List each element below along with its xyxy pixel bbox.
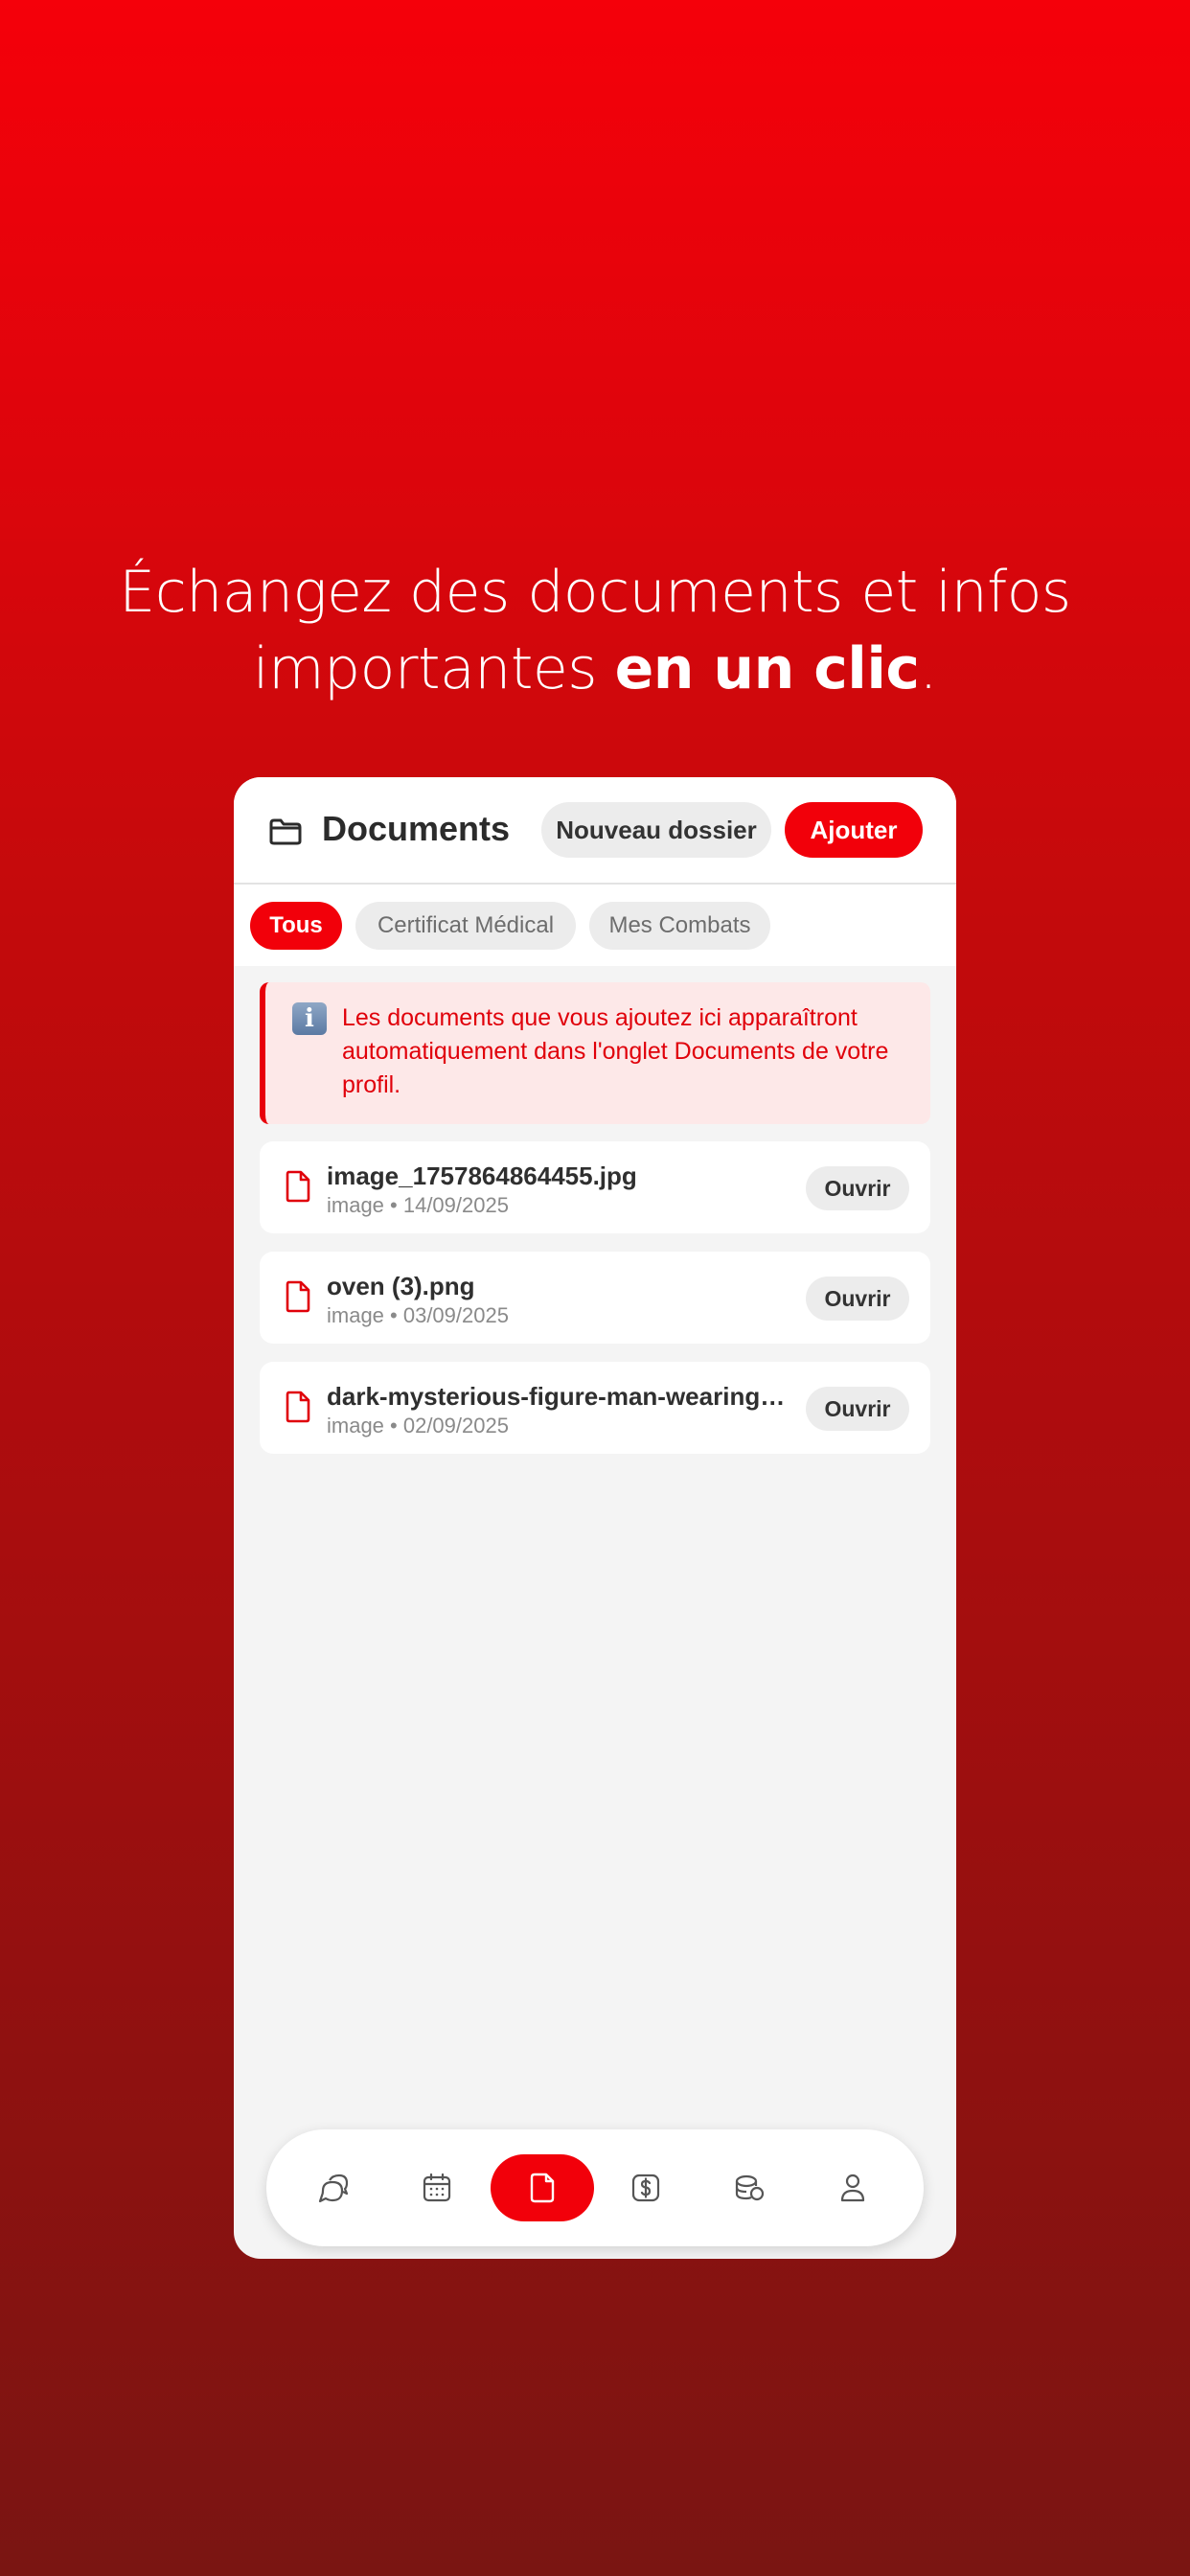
open-file-button[interactable]: Ouvrir	[806, 1276, 909, 1321]
dollar-icon	[631, 2174, 660, 2202]
file-row[interactable]: dark-mysterious-figure-man-wearing-... i…	[260, 1362, 930, 1454]
coins-icon	[735, 2174, 765, 2201]
filter-chip-tous[interactable]: Tous	[250, 902, 342, 950]
info-banner: i Les documents que vous ajoutez ici app…	[260, 982, 930, 1124]
open-file-button[interactable]: Ouvrir	[806, 1166, 909, 1210]
tab-documents[interactable]	[491, 2154, 594, 2221]
folder-icon	[269, 818, 302, 845]
filter-chip-certificat-medical[interactable]: Certificat Médical	[355, 902, 576, 950]
tab-payments[interactable]	[594, 2154, 698, 2221]
user-icon	[840, 2174, 865, 2202]
tab-calendar[interactable]	[385, 2154, 489, 2221]
file-row[interactable]: oven (3).png image • 03/09/2025 Ouvrir	[260, 1252, 930, 1344]
headline-emphasis: en un clic	[614, 635, 920, 702]
headline-line-1: Échangez des documents et infos	[119, 559, 1071, 626]
new-folder-button[interactable]: Nouveau dossier	[541, 802, 771, 858]
filter-chip-mes-combats[interactable]: Mes Combats	[589, 902, 770, 950]
tab-chat[interactable]	[282, 2154, 385, 2221]
info-icon: i	[292, 1002, 327, 1035]
file-meta: image • 02/09/2025	[327, 1414, 509, 1438]
headline-line-2-prefix: importantes	[252, 635, 615, 702]
open-file-button[interactable]: Ouvrir	[806, 1387, 909, 1431]
add-document-button[interactable]: Ajouter	[785, 802, 923, 858]
headline-line-2: importantes en un clic.	[0, 631, 1190, 707]
chat-icon	[318, 2174, 349, 2203]
file-icon	[286, 1391, 310, 1423]
calendar-icon	[423, 2173, 451, 2202]
file-icon	[286, 1170, 310, 1203]
document-icon	[530, 2173, 555, 2203]
app-screen: Documents Nouveau dossier Ajouter Tous C…	[234, 777, 956, 2259]
headline: Échangez des documents et infos importan…	[0, 554, 1190, 707]
headline-line-2-suffix: .	[919, 635, 938, 702]
tab-coins[interactable]	[698, 2154, 801, 2221]
file-row[interactable]: image_1757864864455.jpg image • 14/09/20…	[260, 1141, 930, 1233]
page-title: Documents	[322, 809, 511, 848]
file-icon	[286, 1280, 310, 1313]
file-name: dark-mysterious-figure-man-wearing-...	[327, 1382, 787, 1411]
tab-profile[interactable]	[801, 2154, 904, 2221]
file-name: oven (3).png	[327, 1272, 475, 1300]
info-text: Les documents que vous ajoutez ici appar…	[342, 1004, 889, 1098]
documents-header: Documents Nouveau dossier Ajouter	[234, 777, 956, 885]
file-name: image_1757864864455.jpg	[327, 1162, 637, 1190]
file-meta: image • 14/09/2025	[327, 1193, 509, 1217]
bottom-tab-bar	[266, 2129, 924, 2246]
file-meta: image • 03/09/2025	[327, 1303, 509, 1327]
